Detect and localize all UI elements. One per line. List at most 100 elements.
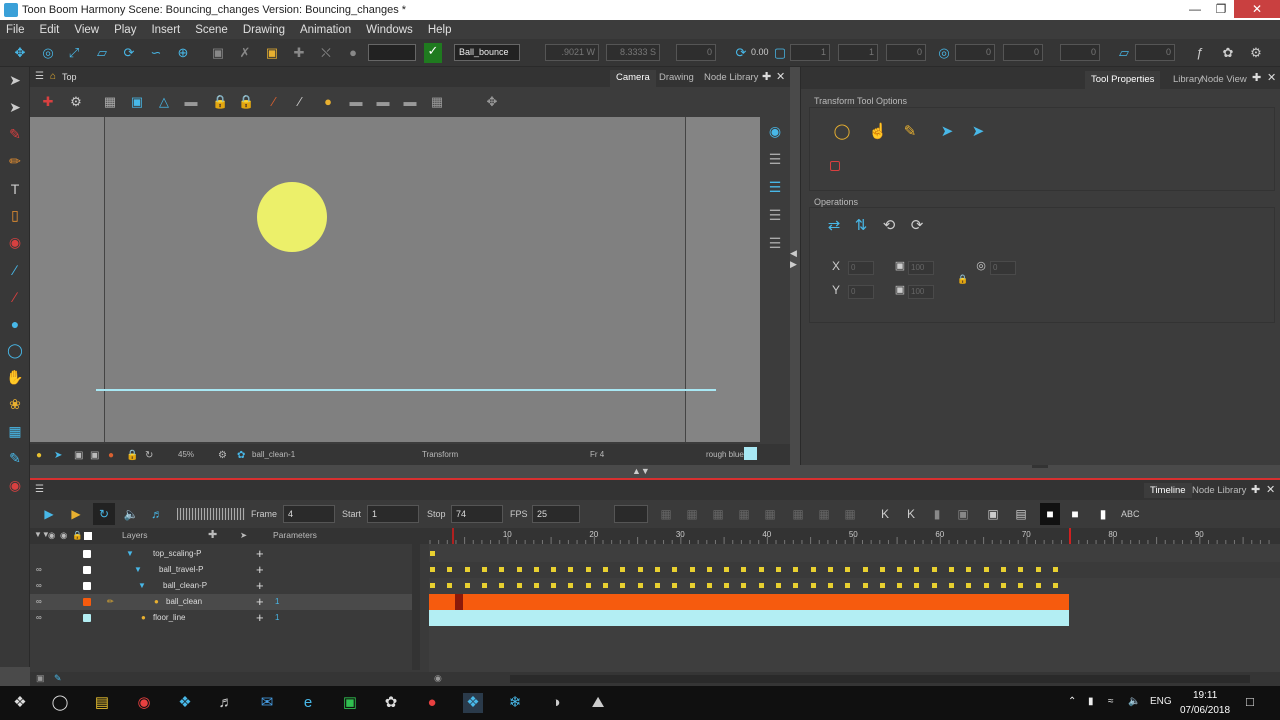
sound-icon[interactable]: 🔈 bbox=[123, 506, 139, 522]
keyframe-dot[interactable] bbox=[499, 583, 505, 588]
keyframe-dot[interactable] bbox=[758, 567, 764, 572]
shape-tool-icon[interactable]: ● bbox=[0, 310, 30, 337]
chrome-icon[interactable]: ◉ bbox=[134, 693, 154, 713]
keyframe-dot[interactable] bbox=[516, 583, 522, 588]
layer-color-swatch[interactable] bbox=[83, 582, 91, 590]
floor-line-exposure[interactable] bbox=[429, 610, 1070, 626]
keyframe-dot[interactable] bbox=[464, 583, 470, 588]
windows-start-icon[interactable]: ❖ bbox=[10, 693, 30, 713]
volume-icon[interactable]: 🔈 bbox=[1128, 696, 1140, 707]
panel-splitter-handle[interactable]: ▲▼ bbox=[632, 466, 672, 476]
collapse-icon[interactable]: ▤ bbox=[1013, 506, 1029, 522]
add-tab-icon[interactable]: ✚ bbox=[762, 70, 771, 83]
field-1[interactable]: 1 bbox=[790, 44, 830, 61]
stop-marker[interactable] bbox=[1069, 528, 1072, 544]
start-field[interactable]: 1 bbox=[367, 505, 419, 523]
menu-file[interactable]: File bbox=[6, 24, 25, 36]
layer-name[interactable]: ball_clean bbox=[166, 597, 202, 606]
keyframe-dot[interactable] bbox=[533, 583, 539, 588]
keyframe-dot[interactable] bbox=[966, 583, 972, 588]
keyframe-dot[interactable] bbox=[620, 567, 626, 572]
paint-tool-icon[interactable]: ◉ bbox=[0, 229, 30, 256]
layer-options-icon[interactable]: ➤ bbox=[240, 530, 247, 541]
keyframe-dot[interactable] bbox=[689, 583, 695, 588]
frame-ruler[interactable]: 10 20 30 40 50 60 70 80 90 bbox=[429, 528, 1280, 544]
ball-clean-exposure[interactable] bbox=[429, 594, 1070, 610]
keyframe-dot[interactable] bbox=[776, 567, 781, 572]
tab-tool-properties[interactable]: Tool Properties bbox=[1085, 71, 1161, 89]
keyframe-dot[interactable] bbox=[603, 583, 608, 588]
line-tool-icon[interactable]: ∕ bbox=[0, 256, 30, 283]
keyframe-dot[interactable] bbox=[637, 583, 643, 588]
timeline-tool-icon[interactable]: ✎ bbox=[54, 673, 62, 684]
keyframe-dot[interactable] bbox=[879, 567, 885, 572]
layer-underlay-icon[interactable]: ☰ bbox=[760, 229, 790, 257]
menu-scene[interactable]: Scene bbox=[195, 24, 228, 36]
add-param-icon[interactable]: + bbox=[256, 546, 264, 561]
layer-color-swatch[interactable] bbox=[83, 614, 91, 622]
notifications-icon[interactable]: □ bbox=[1246, 694, 1254, 709]
pivot-icon[interactable]: ◎ bbox=[40, 45, 56, 61]
minimize-button[interactable]: — bbox=[1182, 0, 1208, 18]
grid-select-icon[interactable]: ▦ bbox=[0, 418, 30, 445]
morph-tool-icon[interactable]: ◯ bbox=[0, 337, 30, 364]
keyframe-dot[interactable] bbox=[983, 567, 989, 572]
visibility-icon[interactable]: ∞ bbox=[36, 581, 44, 590]
close-panel-icon[interactable]: ✕ bbox=[776, 70, 785, 83]
keyframe-dot[interactable] bbox=[724, 583, 730, 588]
height-percent-field[interactable]: 100 bbox=[908, 285, 934, 299]
layer-flat-icon[interactable]: ▬ bbox=[402, 94, 418, 110]
angle-field[interactable]: 0 bbox=[676, 44, 716, 61]
keyframe-dot[interactable] bbox=[551, 567, 557, 572]
menu-drawing[interactable]: Drawing bbox=[243, 24, 285, 36]
fps-field[interactable]: 25 bbox=[532, 505, 580, 523]
keyframe-dot[interactable] bbox=[568, 567, 574, 572]
layer-color-swatch[interactable] bbox=[83, 550, 91, 558]
keyframe-dot[interactable] bbox=[620, 583, 626, 588]
frame-field[interactable]: 4 bbox=[283, 505, 335, 523]
blue-app-icon[interactable]: ❄ bbox=[505, 693, 525, 713]
onion-skin-toggle-icon[interactable]: ■ bbox=[1040, 503, 1060, 525]
language-indicator[interactable]: ENG bbox=[1150, 696, 1172, 707]
keyframe-dot[interactable] bbox=[845, 583, 851, 588]
close-panel-icon[interactable]: ✕ bbox=[1267, 71, 1276, 84]
play-sound-icon[interactable]: ▶ bbox=[68, 506, 84, 522]
layer-up-icon[interactable]: ▬ bbox=[348, 94, 364, 110]
text-tool-icon[interactable]: T bbox=[0, 175, 30, 202]
layer-row[interactable]: ∞ ▼ ball_clean-P + bbox=[30, 578, 412, 594]
field-2[interactable]: 1 bbox=[838, 44, 878, 61]
wifi-icon[interactable]: ≈ bbox=[1108, 696, 1114, 707]
field-5[interactable]: 0 bbox=[1003, 44, 1043, 61]
motion-keyframe-icon[interactable]: ▦ bbox=[736, 506, 752, 522]
panel-menu-icon[interactable]: ☰ bbox=[35, 484, 44, 495]
keyframe-dot[interactable] bbox=[481, 583, 487, 588]
skew-icon[interactable]: ▱ bbox=[94, 45, 110, 61]
onion-icon[interactable]: ● bbox=[345, 45, 361, 61]
lock-view-icon[interactable]: 🔒 bbox=[126, 450, 138, 461]
frame-row-ball-clean[interactable] bbox=[429, 594, 1280, 610]
layer-row[interactable]: ∞ ✏ ● ball_clean + 1 bbox=[30, 594, 412, 610]
keyframe-dot[interactable] bbox=[1035, 583, 1041, 588]
layer-name[interactable]: ball_travel-P bbox=[159, 565, 203, 574]
keyframe-dot[interactable] bbox=[689, 567, 695, 572]
field-6[interactable]: 0 bbox=[1060, 44, 1100, 61]
visibility-icon[interactable]: ∞ bbox=[36, 613, 44, 622]
keyframe-dot[interactable] bbox=[845, 567, 851, 572]
add-param-icon[interactable]: + bbox=[256, 578, 264, 593]
keyframe-dot[interactable] bbox=[793, 567, 799, 572]
side-splitter-handle[interactable]: ◀ ▶ bbox=[790, 248, 800, 288]
onion-skin-icon[interactable]: ▬ bbox=[183, 94, 199, 110]
zoom-level[interactable]: 45% bbox=[178, 450, 194, 459]
transform-tool-icon[interactable]: ❀ bbox=[0, 391, 30, 418]
add-tab-icon[interactable]: ✚ bbox=[1252, 71, 1261, 84]
keyframe-dot[interactable] bbox=[481, 567, 487, 572]
red-app-icon[interactable]: ● bbox=[422, 693, 442, 713]
interpolation-icon[interactable]: ▦ bbox=[816, 506, 832, 522]
cutter-tool-icon[interactable]: ✎ bbox=[0, 445, 30, 472]
close-button[interactable]: ✕ bbox=[1234, 0, 1280, 18]
keyframe-dot[interactable] bbox=[1052, 583, 1058, 588]
drawing-select[interactable]: Ball_bounce bbox=[454, 44, 520, 61]
layer-name[interactable]: floor_line bbox=[153, 613, 185, 622]
frame-grid[interactable] bbox=[429, 544, 1280, 676]
add-layer-icon[interactable]: ✚ bbox=[208, 528, 217, 541]
